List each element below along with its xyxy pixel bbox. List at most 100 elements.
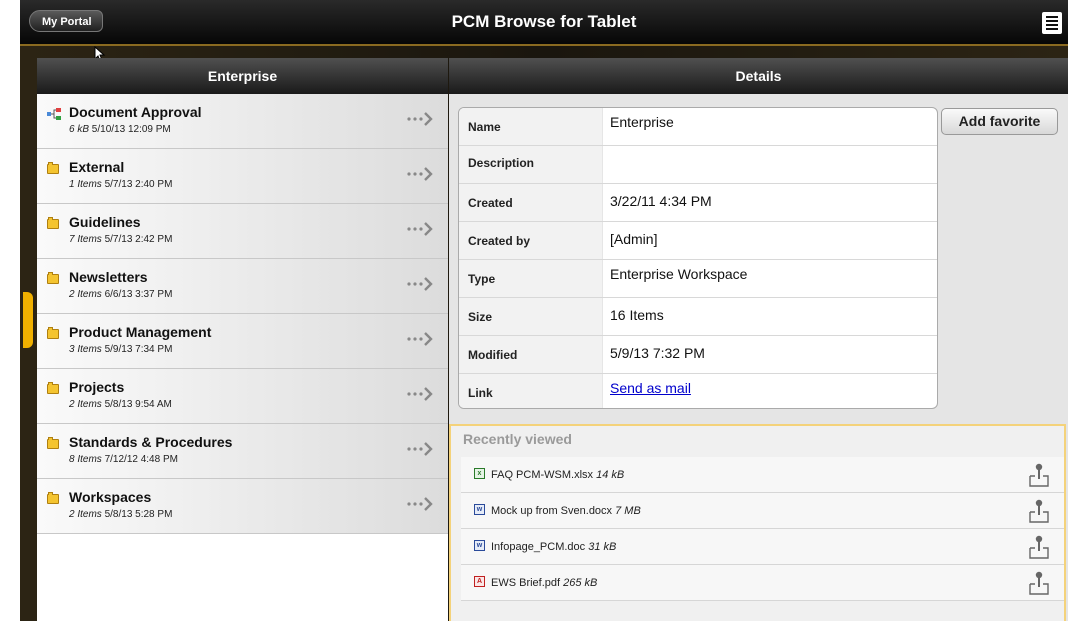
list-item-count: 2 Items bbox=[69, 399, 102, 410]
recent-item[interactable]: A EWS Brief.pdf 265 kB bbox=[461, 565, 1064, 601]
detail-value: [Admin] bbox=[610, 231, 658, 247]
list-item-meta: 2 Items 5/8/13 5:28 PM bbox=[69, 509, 172, 520]
list-item-meta: 7 Items 5/7/13 2:42 PM bbox=[69, 234, 172, 245]
list-item[interactable]: External 1 Items 5/7/13 2:40 PM bbox=[37, 149, 448, 204]
list-item-meta: 8 Items 7/12/12 4:48 PM bbox=[69, 454, 178, 465]
list-item-date: 5/8/13 5:28 PM bbox=[104, 509, 173, 520]
details-panel-header: Details bbox=[449, 58, 1068, 94]
detail-label: Link bbox=[459, 374, 603, 408]
send-as-mail-link[interactable]: Send as mail bbox=[610, 380, 691, 396]
detail-label: Description bbox=[459, 146, 603, 183]
reserve-icon[interactable] bbox=[1028, 570, 1050, 596]
recent-item-size: 7 MB bbox=[615, 505, 641, 517]
list-item-count: 8 Items bbox=[69, 454, 102, 465]
detail-label: Size bbox=[459, 298, 603, 335]
detail-label: Created by bbox=[459, 222, 603, 259]
list-item[interactable]: Product Management 3 Items 5/9/13 7:34 P… bbox=[37, 314, 448, 369]
chevron-right-icon[interactable] bbox=[406, 330, 436, 348]
folder-icon bbox=[47, 327, 59, 339]
folder-icon bbox=[47, 437, 59, 449]
recent-item-label: Mock up from Sven.docx 7 MB bbox=[491, 505, 641, 517]
recent-item-label: EWS Brief.pdf 265 kB bbox=[491, 577, 597, 589]
list-item[interactable]: Workspaces 2 Items 5/8/13 5:28 PM bbox=[37, 479, 448, 534]
folder-icon bbox=[47, 492, 59, 504]
list-item[interactable]: Standards & Procedures 8 Items 7/12/12 4… bbox=[37, 424, 448, 479]
browse-panel-header: Enterprise bbox=[37, 58, 448, 94]
recent-item[interactable]: w Infopage_PCM.doc 31 kB bbox=[461, 529, 1064, 565]
top-bar: My Portal PCM Browse for Tablet bbox=[20, 0, 1068, 46]
folder-icon bbox=[47, 272, 59, 284]
list-item-date: 6/6/13 3:37 PM bbox=[104, 289, 173, 300]
list-item-title: Document Approval bbox=[69, 104, 202, 120]
recent-item-size: 31 kB bbox=[588, 541, 617, 553]
list-item-date: 5/7/13 2:40 PM bbox=[104, 179, 173, 190]
chevron-right-icon[interactable] bbox=[406, 165, 436, 183]
reserve-icon[interactable] bbox=[1028, 462, 1050, 488]
recent-item-size: 265 kB bbox=[563, 577, 598, 589]
chevron-right-icon[interactable] bbox=[406, 275, 436, 293]
list-item-title: Newsletters bbox=[69, 269, 148, 285]
app-title: PCM Browse for Tablet bbox=[451, 12, 637, 31]
recent-item[interactable]: w Mock up from Sven.docx 7 MB bbox=[461, 493, 1064, 529]
detail-row-link: Link Send as mail bbox=[459, 374, 937, 408]
list-item-date: 5/10/13 12:09 PM bbox=[91, 124, 171, 135]
side-drawer-handle[interactable] bbox=[23, 292, 33, 348]
detail-value: 16 Items bbox=[610, 307, 664, 323]
list-item-meta: 3 Items 5/9/13 7:34 PM bbox=[69, 344, 172, 355]
menu-icon[interactable] bbox=[1042, 12, 1062, 34]
folder-icon bbox=[47, 382, 59, 394]
detail-label: Name bbox=[459, 108, 603, 145]
list-item-title: Product Management bbox=[69, 324, 212, 340]
detail-value: Enterprise bbox=[610, 114, 674, 130]
reserve-icon[interactable] bbox=[1028, 534, 1050, 560]
list-item[interactable]: Projects 2 Items 5/8/13 9:54 AM bbox=[37, 369, 448, 424]
list-item-title: Standards & Procedures bbox=[69, 434, 233, 450]
detail-label: Type bbox=[459, 260, 603, 297]
detail-row-description: Description bbox=[459, 146, 937, 184]
list-item-count: 2 Items bbox=[69, 509, 102, 520]
reserve-icon[interactable] bbox=[1028, 498, 1050, 524]
word-icon: w bbox=[474, 540, 485, 551]
pdf-icon: A bbox=[474, 576, 485, 587]
recent-item-name: FAQ PCM-WSM.xlsx bbox=[491, 469, 594, 481]
detail-row-size: Size 16 Items bbox=[459, 298, 937, 336]
recently-viewed-section: Recently viewed x FAQ PCM-WSM.xlsx 14 kB… bbox=[449, 424, 1066, 621]
detail-label: Modified bbox=[459, 336, 603, 373]
recently-viewed-title: Recently viewed bbox=[463, 431, 572, 447]
recent-item-name: Mock up from Sven.docx bbox=[491, 505, 613, 517]
chevron-right-icon[interactable] bbox=[406, 220, 436, 238]
list-item-date: 7/12/12 4:48 PM bbox=[104, 454, 178, 465]
list-item-title: External bbox=[69, 159, 125, 175]
browse-panel: Enterprise Document Approval 6 kB 5/10/1… bbox=[37, 58, 448, 621]
add-favorite-button[interactable]: Add favorite bbox=[941, 108, 1058, 135]
list-item-meta: 6 kB 5/10/13 12:09 PM bbox=[69, 124, 171, 135]
word-icon: w bbox=[474, 504, 485, 515]
detail-value: 3/22/11 4:34 PM bbox=[610, 193, 712, 209]
list-item[interactable]: Guidelines 7 Items 5/7/13 2:42 PM bbox=[37, 204, 448, 259]
detail-row-created: Created 3/22/11 4:34 PM bbox=[459, 184, 937, 222]
list-item-count: 1 Items bbox=[69, 179, 102, 190]
recent-item-size: 14 kB bbox=[596, 469, 625, 481]
detail-label: Created bbox=[459, 184, 603, 221]
chevron-right-icon[interactable] bbox=[406, 385, 436, 403]
list-item-count: 6 kB bbox=[69, 124, 90, 135]
list-item-count: 2 Items bbox=[69, 289, 102, 300]
list-item-meta: 1 Items 5/7/13 2:40 PM bbox=[69, 179, 172, 190]
list-item[interactable]: Document Approval 6 kB 5/10/13 12:09 PM bbox=[37, 94, 448, 149]
recent-item-label: Infopage_PCM.doc 31 kB bbox=[491, 541, 616, 553]
folder-icon bbox=[47, 162, 59, 174]
recent-item[interactable]: x FAQ PCM-WSM.xlsx 14 kB bbox=[461, 457, 1064, 493]
list-item-date: 5/7/13 2:42 PM bbox=[104, 234, 173, 245]
list-item-title: Projects bbox=[69, 379, 125, 395]
details-table: Name Enterprise Description Created 3/22… bbox=[458, 107, 938, 409]
list-item-count: 7 Items bbox=[69, 234, 102, 245]
workflow-icon bbox=[47, 108, 61, 120]
list-item-title: Workspaces bbox=[69, 489, 152, 505]
list-item[interactable]: Newsletters 2 Items 6/6/13 3:37 PM bbox=[37, 259, 448, 314]
details-panel: Details Name Enterprise Description Crea… bbox=[449, 58, 1068, 621]
list-item-count: 3 Items bbox=[69, 344, 102, 355]
recent-item-name: EWS Brief.pdf bbox=[491, 577, 561, 589]
chevron-right-icon[interactable] bbox=[406, 440, 436, 458]
chevron-right-icon[interactable] bbox=[406, 110, 436, 128]
chevron-right-icon[interactable] bbox=[406, 495, 436, 513]
